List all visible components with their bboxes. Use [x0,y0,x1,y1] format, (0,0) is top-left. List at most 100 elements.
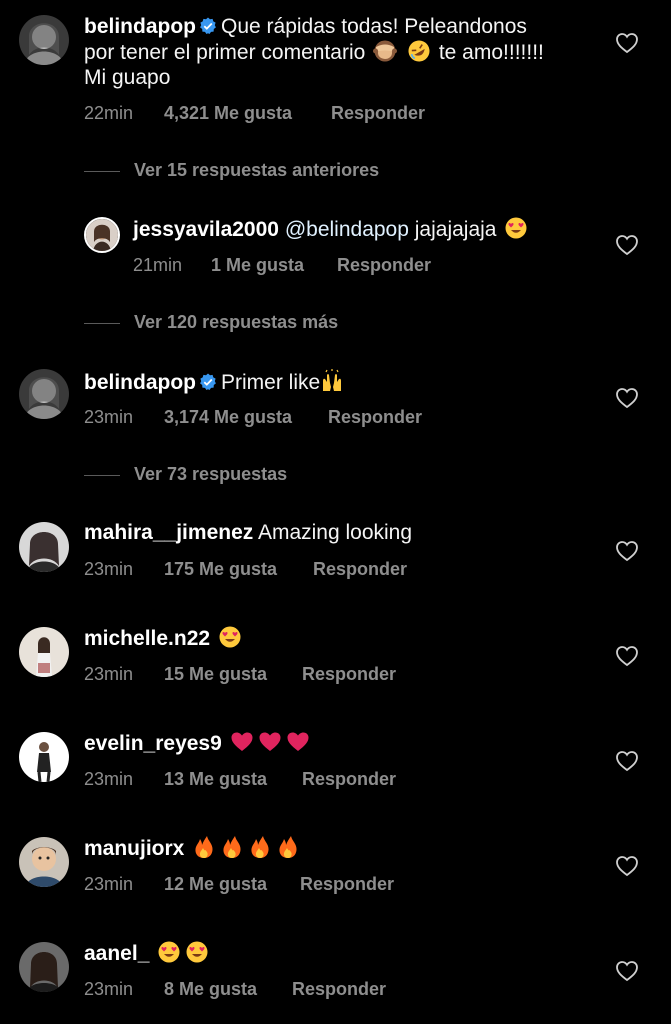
avatar[interactable] [19,522,69,572]
raising-hands-emoji [320,369,344,393]
username[interactable]: mahira__jimenez [84,521,253,544]
comment-meta: 23min 3,174 Me gusta Responder [84,407,422,428]
username[interactable]: manujiorx [84,837,184,860]
likes-count[interactable]: 12 Me gusta [164,874,300,895]
fire-emoji [192,835,216,859]
heart-eyes-emoji [218,625,242,649]
red-heart-emoji [258,730,282,754]
verified-badge-icon [199,17,217,35]
view-replies-label: Ver 73 respuestas [134,464,288,484]
reply-button[interactable]: Responder [302,664,396,685]
username[interactable]: aanel_ [84,942,149,965]
view-replies-link[interactable]: Ver 73 respuestas [84,464,287,486]
timestamp: 23min [84,664,134,684]
heart-outline-icon[interactable] [615,234,639,256]
monkey-see-no-evil-emoji [373,39,398,63]
timestamp: 23min [84,874,134,894]
timestamp: 22min [84,103,134,123]
thread-divider [84,474,120,476]
heart-outline-icon[interactable] [615,32,639,54]
timestamp: 23min [84,407,134,427]
comment-text-line-1: Que rápidas todas! Peleandonos [221,15,527,38]
comment-body: michelle.n22 [84,625,604,651]
heart-outline-icon[interactable] [615,855,639,877]
comment-meta: 23min 8 Me gusta Responder [84,979,386,1000]
comment-meta: 21min 1 Me gusta Responder [133,255,431,276]
username[interactable]: belindapop [84,371,196,394]
heart-eyes-emoji [185,940,209,964]
timestamp: 23min [84,559,134,579]
timestamp: 23min [84,769,134,789]
heart-outline-icon[interactable] [615,540,639,562]
comment-body: aanel_ [84,940,604,966]
view-more-replies-link[interactable]: Ver 120 respuestas más [84,312,338,334]
heart-eyes-emoji [157,940,181,964]
reply-button[interactable]: Responder [300,874,394,895]
avatar[interactable] [19,627,69,677]
avatar[interactable] [19,732,69,782]
comment-body: jessyavila2000 @belindapop jajajajaja [133,216,613,242]
thread-divider [84,322,120,324]
heart-outline-icon[interactable] [615,960,639,982]
view-previous-replies-link[interactable]: Ver 15 respuestas anteriores [84,160,379,182]
comment-michelle: michelle.n22 23min 15 Me gusta Responder [0,613,671,703]
reply-button[interactable]: Responder [337,255,431,276]
comment-meta: 23min 15 Me gusta Responder [84,664,396,685]
rofl-emoji [407,39,431,63]
comment-text: Primer like [221,371,321,394]
comment-meta: 23min 13 Me gusta Responder [84,769,396,790]
heart-outline-icon[interactable] [615,750,639,772]
username[interactable]: jessyavila2000 [133,218,279,241]
verified-badge-icon [199,373,217,391]
likes-count[interactable]: 175 Me gusta [164,559,313,580]
fire-emoji [248,835,272,859]
reply-button[interactable]: Responder [331,103,425,124]
reply-button[interactable]: Responder [328,407,422,428]
username[interactable]: evelin_reyes9 [84,732,222,755]
view-previous-replies-label: Ver 15 respuestas anteriores [134,160,380,180]
comment-manujiorx: manujiorx 23min 12 Me gusta Responder [0,823,671,913]
avatar[interactable] [19,837,69,887]
likes-count[interactable]: 8 Me gusta [164,979,292,1000]
username[interactable]: michelle.n22 [84,627,210,650]
reply-button[interactable]: Responder [292,979,386,1000]
reply-jessyavila2000: jessyavila2000 @belindapop jajajajaja 21… [0,205,671,295]
comment-text: Amazing looking [257,521,413,544]
comment-evelin: evelin_reyes9 23min 13 Me gusta Responder [0,718,671,808]
comment-text-line-3: te amo!!!!!!! [438,41,544,64]
likes-count[interactable]: 15 Me gusta [164,664,302,685]
fire-emoji [276,835,300,859]
likes-count[interactable]: 4,321 Me gusta [164,103,331,124]
comment-text-line-2: por tener el primer comentario [84,41,366,64]
comment-text-line-4: Mi guapo [84,66,171,89]
comment-meta: 22min 4,321 Me gusta Responder [84,103,425,124]
comment-body: belindapop Primer like [84,369,604,395]
reply-button[interactable]: Responder [302,769,396,790]
reply-button[interactable]: Responder [313,559,407,580]
timestamp: 23min [84,979,134,999]
comment-body: evelin_reyes9 [84,730,604,756]
comment-meta: 23min 12 Me gusta Responder [84,874,394,895]
avatar[interactable] [19,942,69,992]
comment-body: belindapop Que rápidas todas! Peleandonos… [84,14,604,90]
comment-mahira: mahira__jimenez Amazing looking 23min 175… [0,508,671,598]
timestamp: 21min [133,255,183,275]
avatar[interactable] [19,369,69,419]
red-heart-emoji [286,730,310,754]
comment-meta: 23min 175 Me gusta Responder [84,559,407,580]
username[interactable]: belindapop [84,15,196,38]
red-heart-emoji [230,730,254,754]
likes-count[interactable]: 13 Me gusta [164,769,302,790]
comment-body: mahira__jimenez Amazing looking [84,520,604,545]
heart-outline-icon[interactable] [615,645,639,667]
avatar[interactable] [84,217,120,253]
comment-aanel: aanel_ 23min 8 Me gusta Responder [0,928,671,1024]
heart-eyes-emoji [504,216,528,240]
thread-divider [84,170,120,172]
mention[interactable]: @belindapop [285,218,409,241]
heart-outline-icon[interactable] [615,387,639,409]
likes-count[interactable]: 3,174 Me gusta [164,407,328,428]
comment-text: jajajajaja [414,218,497,241]
likes-count[interactable]: 1 Me gusta [211,255,337,276]
avatar[interactable] [19,15,69,65]
